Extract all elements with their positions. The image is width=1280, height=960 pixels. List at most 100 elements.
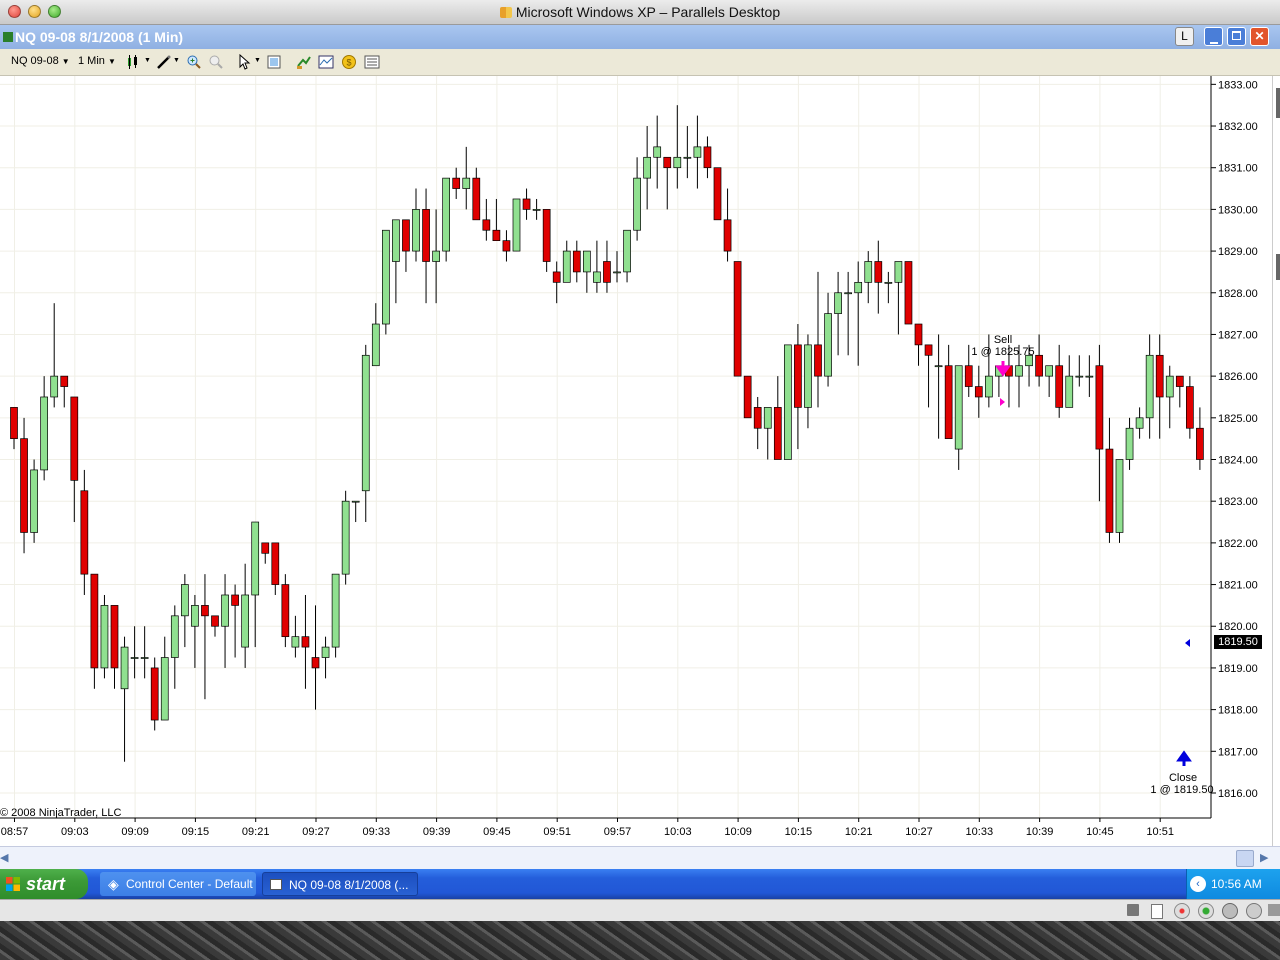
zoom-out-icon[interactable] [208, 54, 224, 70]
candle [723, 188, 732, 262]
x-tick-label: 09:33 [363, 826, 391, 838]
instruments-icon[interactable] [296, 54, 312, 70]
candle [201, 574, 209, 700]
candle-body-down [964, 365, 973, 387]
candle [1075, 355, 1084, 387]
x-tick-label: 10:21 [845, 826, 873, 838]
cursor-icon[interactable] [237, 54, 253, 70]
candle [874, 240, 883, 314]
network-icon[interactable] [1198, 903, 1214, 919]
dropdown-arrow-icon[interactable]: ▼ [254, 57, 261, 64]
candle-body-down [1055, 365, 1064, 408]
chart-panel[interactable]: 1833.00 1832.00 1831.00 1830.00 1829.00 1828.… [0, 76, 1280, 846]
dropdown-arrow-icon[interactable]: ▼ [173, 57, 180, 64]
draw-pen-icon[interactable] [156, 54, 172, 70]
y-tick-label: 1829.00 [1218, 246, 1258, 258]
price-chart[interactable]: 1833.00 1832.00 1831.00 1830.00 1829.00 1828.… [0, 76, 1272, 846]
floppy-icon[interactable] [1127, 904, 1139, 916]
scroll-thumb[interactable] [1276, 254, 1280, 280]
candle-body-up [412, 209, 420, 252]
sound-icon[interactable] [1222, 903, 1238, 919]
candle [140, 626, 149, 679]
candle-body-up [50, 375, 59, 398]
candle [170, 605, 179, 689]
instrument-selector[interactable]: NQ 09-08 ▼ [11, 55, 70, 67]
scroll-thumb[interactable] [1236, 850, 1254, 867]
candle [371, 303, 380, 367]
taskbar-item-chart[interactable]: NQ 09-08 8/1/2008 (... [262, 872, 418, 896]
candle [1135, 407, 1144, 439]
shared-folder-icon[interactable] [1268, 904, 1280, 916]
cd-icon[interactable] [1174, 903, 1190, 919]
candle-body-down [472, 177, 481, 221]
candle-body-up [854, 281, 863, 294]
candle-body-up [693, 146, 702, 158]
candle-body-up [804, 344, 812, 408]
candle [462, 146, 471, 210]
taskbar-item-control-center[interactable]: ◈ Control Center - Default [100, 872, 256, 896]
copyright-text: © 2008 NinjaTrader, LLC [0, 807, 121, 819]
l-button[interactable]: L [1175, 27, 1194, 46]
dropdown-arrow-icon: ▼ [107, 57, 116, 66]
horizontal-scrollbar[interactable]: ◀ ▶ [0, 846, 1280, 869]
minimize-button[interactable] [1204, 27, 1223, 46]
start-button[interactable]: start [0, 869, 88, 899]
scroll-right-icon[interactable]: ▶ [1260, 851, 1268, 864]
candle [824, 292, 832, 387]
exit-marker-icon [1185, 639, 1190, 647]
x-tick-label: 10:03 [664, 826, 692, 838]
candle-body-up [512, 198, 521, 252]
candle [120, 636, 129, 762]
candle-body-down [1035, 354, 1043, 377]
candle [502, 230, 511, 262]
mac-titlebar: Microsoft Windows XP – Parallels Desktop [0, 0, 1280, 25]
candle-body-down [874, 261, 883, 283]
scroll-left-icon[interactable]: ◀ [0, 851, 8, 864]
dropdown-arrow-icon: ▼ [61, 57, 70, 66]
candle-body-down [552, 271, 561, 283]
candle [311, 605, 320, 710]
candle-body-up [593, 271, 601, 283]
svg-text:$: $ [346, 58, 351, 68]
candlestick-style-icon[interactable] [126, 54, 142, 70]
candle [1105, 417, 1114, 543]
usb-icon[interactable] [1246, 903, 1262, 919]
clock[interactable]: 10:56 AM [1211, 877, 1262, 891]
dropdown-arrow-icon[interactable]: ▼ [144, 57, 151, 64]
y-tick-label: 1822.00 [1218, 538, 1258, 550]
scroll-thumb[interactable] [1276, 88, 1280, 118]
restore-button[interactable] [1227, 27, 1246, 46]
interval-selector[interactable]: 1 Min ▼ [78, 55, 116, 67]
candle [221, 574, 229, 668]
candle-body-down [211, 615, 219, 627]
candle [522, 188, 531, 220]
candle-body-up [40, 396, 49, 471]
x-tick-label: 10:45 [1086, 826, 1114, 838]
candle [753, 396, 762, 450]
data-box-icon[interactable] [266, 54, 282, 70]
disk-icon[interactable] [1151, 904, 1163, 919]
candle [181, 574, 189, 648]
candle [361, 344, 370, 523]
taskbar-item-label: NQ 09-08 8/1/2008 (... [289, 878, 409, 892]
candle [683, 126, 692, 179]
tray-expand-icon[interactable]: ‹ [1190, 876, 1206, 892]
candle-body-down [713, 167, 722, 221]
candle-body-up [181, 584, 189, 617]
y-tick-label: 1819.00 [1218, 663, 1258, 675]
candle-body-down [1175, 375, 1184, 387]
vertical-scrollbar[interactable] [1272, 76, 1280, 846]
x-tick-label: 10:39 [1026, 826, 1054, 838]
chart-settings-icon[interactable] [318, 54, 334, 70]
candle [914, 323, 923, 366]
properties-icon[interactable] [364, 54, 380, 70]
strategy-icon[interactable]: $ [341, 54, 357, 70]
candle-body-down [20, 438, 28, 533]
close-button[interactable]: ✕ [1250, 27, 1269, 46]
candle [392, 219, 400, 304]
y-tick-label: 1821.00 [1218, 580, 1258, 592]
x-tick-label: 09:39 [423, 826, 451, 838]
zoom-in-icon[interactable] [186, 54, 202, 70]
close-label: Close [1169, 772, 1197, 784]
sell-detail: 1 @ 1825.75 [971, 346, 1034, 358]
